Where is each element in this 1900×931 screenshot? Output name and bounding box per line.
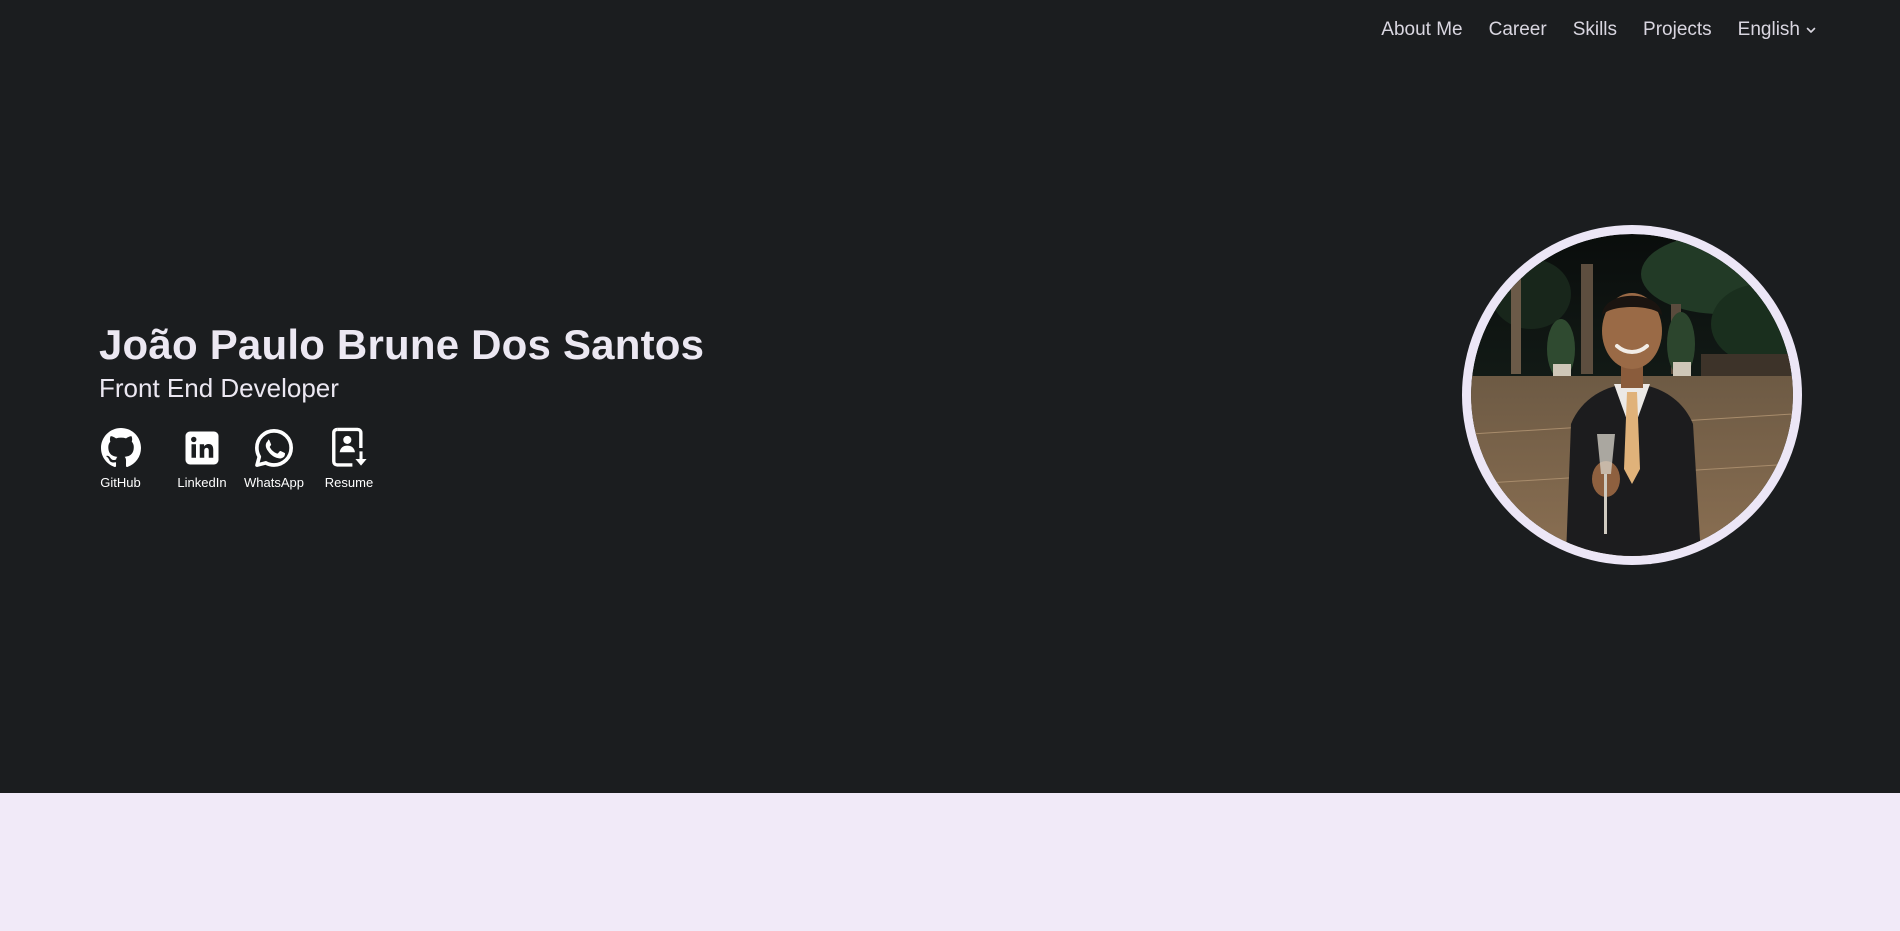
chevron-down-icon bbox=[1806, 27, 1816, 33]
nav-skills[interactable]: Skills bbox=[1573, 19, 1617, 41]
nav-about-me[interactable]: About Me bbox=[1381, 19, 1462, 41]
profile-photo bbox=[1471, 234, 1793, 556]
resume-label: Resume bbox=[324, 475, 374, 490]
linkedin-icon bbox=[180, 426, 224, 470]
job-title: Front End Developer bbox=[99, 373, 339, 403]
resume-download-icon bbox=[327, 426, 371, 470]
whatsapp-icon bbox=[252, 426, 296, 470]
github-label: GitHub bbox=[100, 475, 141, 490]
nav-career[interactable]: Career bbox=[1489, 19, 1547, 41]
avatar bbox=[1462, 225, 1802, 565]
resume-link[interactable]: Resume bbox=[323, 426, 375, 490]
nav-projects[interactable]: Projects bbox=[1643, 19, 1712, 41]
language-label: English bbox=[1737, 19, 1800, 40]
whatsapp-label: WhatsApp bbox=[244, 475, 304, 490]
hero-section: About Me Career Skills Projects English … bbox=[0, 0, 1900, 793]
linkedin-link[interactable]: LinkedIn bbox=[175, 426, 229, 490]
whatsapp-link[interactable]: WhatsApp bbox=[241, 426, 307, 490]
intro: João Paulo Brune Dos Santos Front End De… bbox=[99, 320, 704, 490]
github-icon bbox=[99, 426, 143, 470]
language-select[interactable]: English bbox=[1738, 19, 1817, 41]
github-link[interactable]: GitHub bbox=[96, 426, 145, 490]
top-nav: About Me Career Skills Projects English bbox=[1381, 19, 1817, 41]
page-title: João Paulo Brune Dos Santos bbox=[99, 321, 705, 368]
social-links: GitHub LinkedIn WhatsApp Resume bbox=[99, 426, 704, 490]
linkedin-label: LinkedIn bbox=[177, 475, 227, 490]
